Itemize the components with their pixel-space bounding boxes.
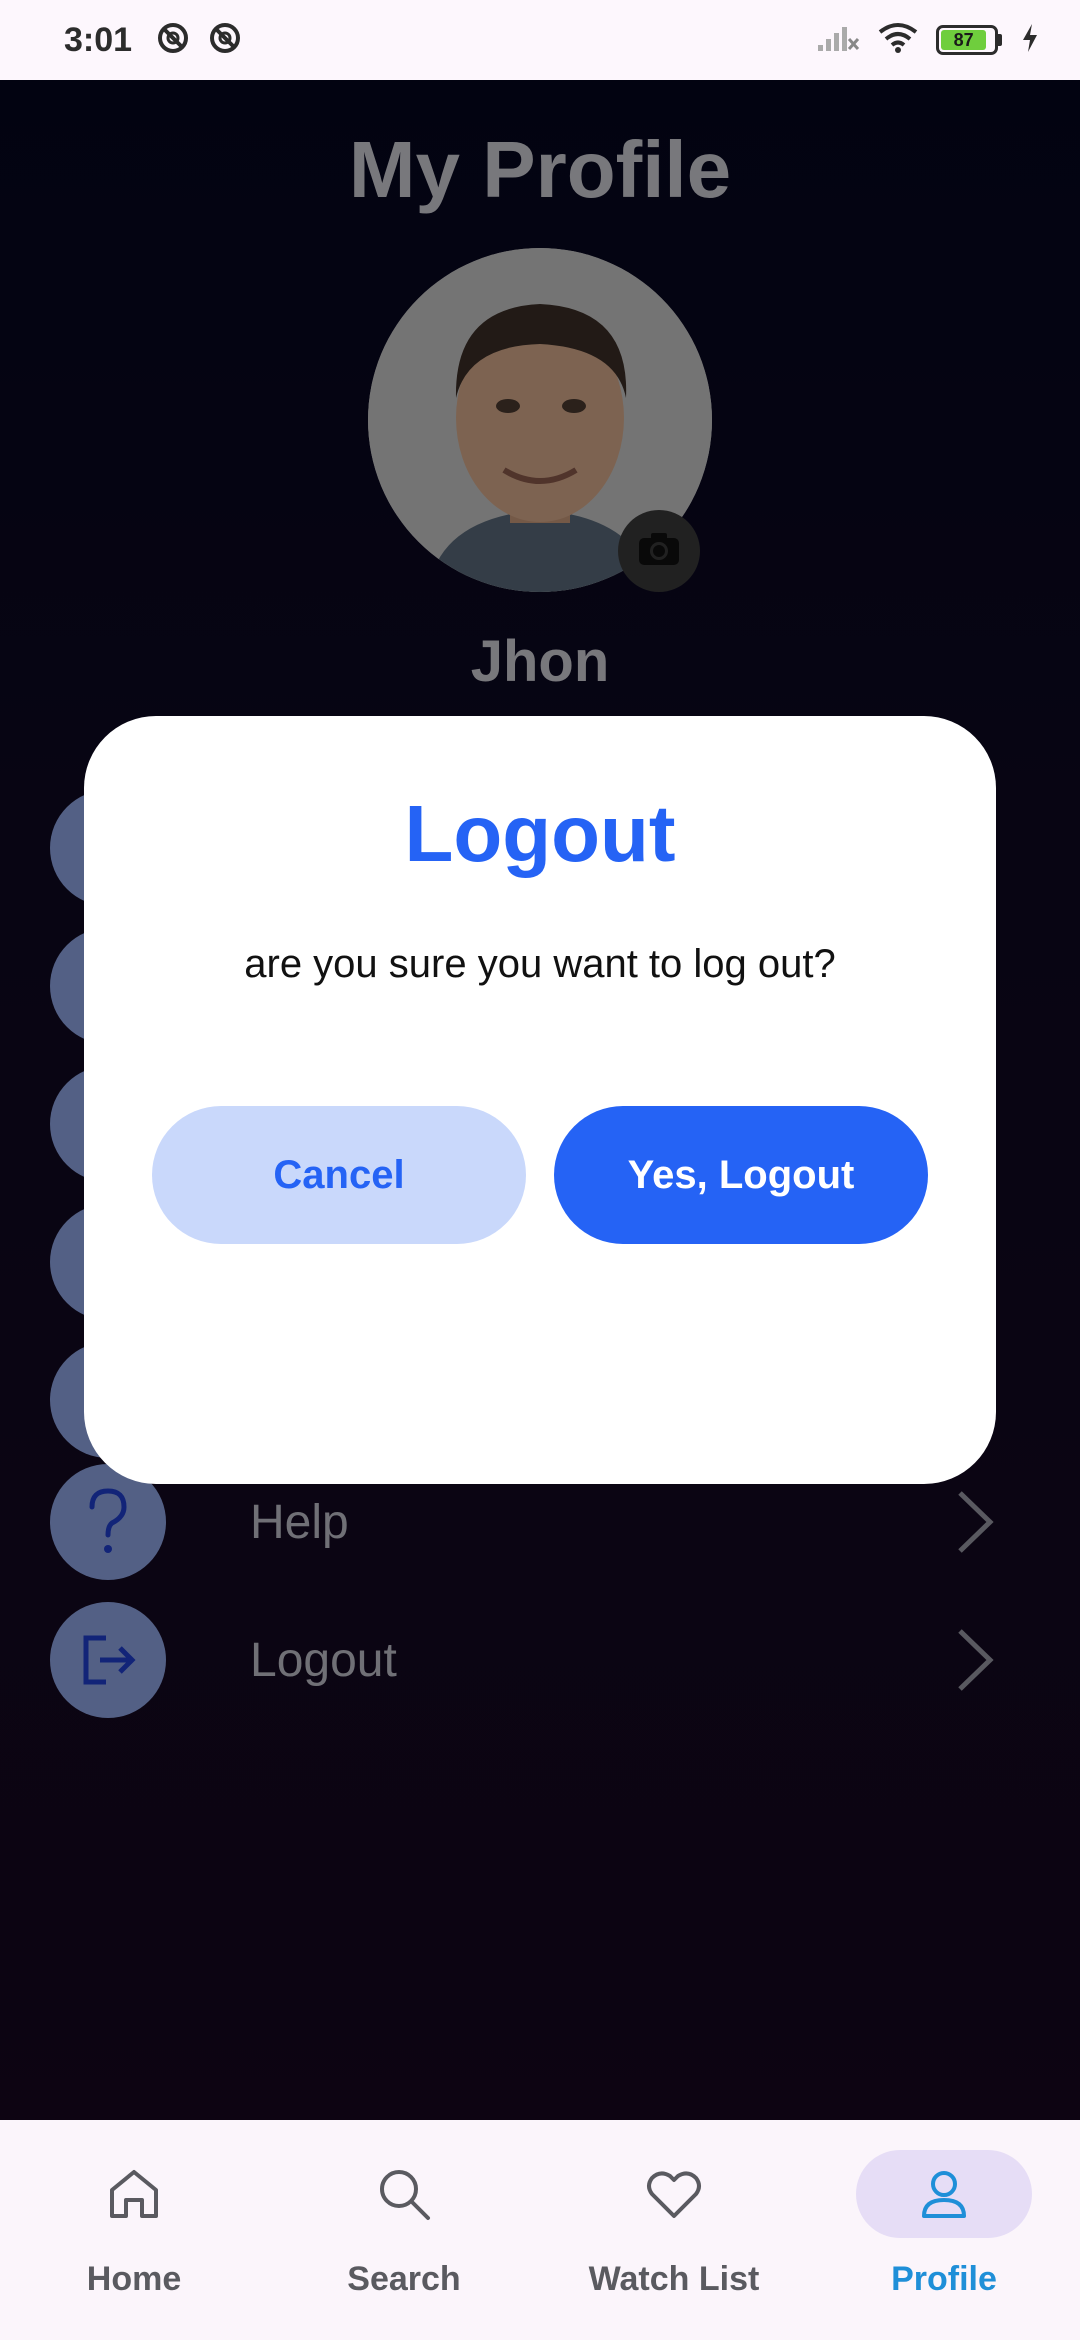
status-bar: 3:01 87 [0,0,1080,80]
heart-icon [586,2150,762,2238]
nav-label: Watch List [588,2260,760,2298]
nav-item-search[interactable]: Search [304,2150,504,2330]
dialog-message: are you sure you want to log out? [244,942,836,986]
signal-icon [816,23,860,58]
nav-label: Home [86,2260,182,2298]
cancel-button[interactable]: Cancel [152,1106,526,1244]
bottom-navigation: Home Search Watch List Profile [0,2120,1080,2340]
nav-label: Profile [891,2260,997,2298]
nav-item-watch-list[interactable]: Watch List [574,2150,774,2330]
nav-item-profile[interactable]: Profile [844,2150,1044,2330]
battery-level: 87 [941,30,987,50]
search-icon [316,2150,492,2238]
nav-label: Search [347,2260,461,2298]
home-icon [46,2150,222,2238]
nav-item-home[interactable]: Home [34,2150,234,2330]
battery-indicator: 87 [936,25,1002,55]
dialog-title: Logout [404,789,676,878]
wifi-icon [878,22,918,59]
do-not-disturb-icon [156,21,190,60]
do-not-disturb-icon [208,21,242,60]
charging-icon [1020,22,1040,59]
confirm-logout-button[interactable]: Yes, Logout [554,1106,928,1244]
user-icon [856,2150,1032,2238]
status-time: 3:01 [64,20,133,59]
logout-dialog: Logout are you sure you want to log out?… [84,716,996,1484]
